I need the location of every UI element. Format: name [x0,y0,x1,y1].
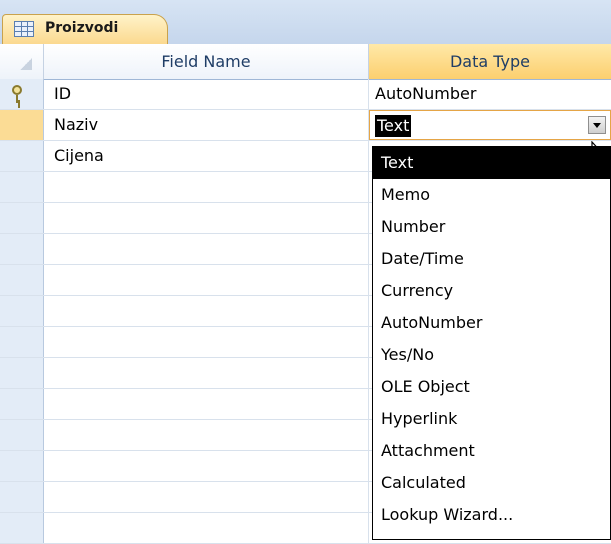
field-name-cell[interactable] [44,420,369,450]
row-selector[interactable] [0,296,44,326]
field-name-cell[interactable] [44,327,369,357]
dropdown-option[interactable]: Hyperlink [373,403,610,435]
select-all-corner[interactable] [0,44,44,79]
dropdown-option[interactable]: Yes/No [373,339,610,371]
field-name-cell[interactable]: Cijena [44,141,369,171]
dropdown-option[interactable]: OLE Object [373,371,610,403]
dropdown-option[interactable]: Lookup Wizard... [373,499,610,531]
primary-key-icon [12,85,22,103]
field-name-cell[interactable] [44,234,369,264]
field-name-cell[interactable] [44,296,369,326]
row-selector[interactable] [0,482,44,512]
field-name-cell[interactable] [44,482,369,512]
dropdown-option[interactable]: Attachment [373,435,610,467]
dropdown-option[interactable]: Date/Time [373,243,610,275]
column-header-field-name[interactable]: Field Name [44,44,369,79]
dropdown-option[interactable]: AutoNumber [373,307,610,339]
row-selector[interactable] [0,420,44,450]
dropdown-option[interactable]: Number [373,211,610,243]
row-selector[interactable] [0,110,44,140]
data-type-dropdown-list[interactable]: Text Memo Number Date/Time Currency AutoNumbe… [372,146,611,540]
data-type-cell[interactable]: AutoNumber [369,79,611,109]
row-selector[interactable] [0,203,44,233]
object-tab-strip: Proizvodi [0,0,611,45]
data-type-combo-value: Text [375,115,412,137]
table-icon [14,21,34,37]
row-selector[interactable] [0,513,44,543]
field-name-cell[interactable] [44,389,369,419]
row-selector[interactable] [0,265,44,295]
table-row[interactable]: Naziv Text [0,110,611,141]
grid-header: Field Name Data Type [0,44,611,80]
field-name-cell[interactable] [44,451,369,481]
row-selector[interactable] [0,327,44,357]
data-type-combo[interactable]: Text [369,110,611,140]
field-name-cell[interactable] [44,358,369,388]
field-name-cell[interactable] [44,513,369,543]
row-selector[interactable] [0,451,44,481]
field-name-cell[interactable]: ID [44,79,369,109]
row-selector[interactable] [0,389,44,419]
dropdown-option[interactable]: Currency [373,275,610,307]
dropdown-option[interactable]: Text [373,147,610,179]
row-selector[interactable] [0,172,44,202]
field-name-cell[interactable] [44,203,369,233]
row-selector[interactable] [0,358,44,388]
field-name-cell[interactable]: Naziv [44,110,369,140]
field-name-cell[interactable] [44,172,369,202]
tab-proizvodi[interactable]: Proizvodi [2,14,168,44]
row-selector[interactable] [0,234,44,264]
dropdown-option[interactable]: Calculated [373,467,610,499]
field-name-cell[interactable] [44,265,369,295]
dropdown-option[interactable]: Memo [373,179,610,211]
row-selector[interactable] [0,141,44,171]
table-row[interactable]: ID AutoNumber [0,79,611,110]
row-selector[interactable] [0,79,44,109]
column-header-data-type[interactable]: Data Type [369,44,611,79]
tab-label: Proizvodi [45,20,119,36]
dropdown-arrow-button[interactable] [588,116,606,134]
